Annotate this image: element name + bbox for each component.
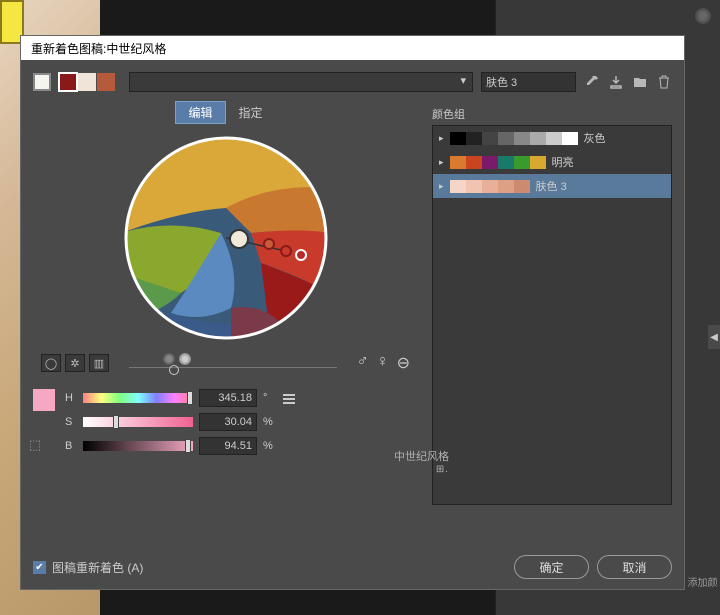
chevron-right-icon: ▸ [439, 157, 444, 168]
brightness-slider[interactable] [129, 353, 337, 373]
eyedropper-icon[interactable] [584, 74, 600, 90]
tab-assign[interactable]: 指定 [227, 102, 275, 123]
hue-label: H [65, 392, 77, 404]
bri-input[interactable] [199, 437, 257, 455]
swatch[interactable] [59, 73, 77, 91]
ok-button[interactable]: 确定 [514, 555, 589, 579]
add-color-icon[interactable]: ♂ [357, 353, 369, 373]
hue-input[interactable] [199, 389, 257, 407]
color-group-item[interactable]: ▸ 明亮 [433, 150, 671, 174]
hue-slider[interactable] [83, 393, 193, 403]
right-sidebar: 添加颜 [685, 0, 720, 615]
active-colors-swatch[interactable] [33, 73, 51, 91]
color-groups-label: 颜色组 [432, 106, 672, 122]
link-harmony-icon[interactable]: ⊖ [397, 353, 410, 373]
recolor-art-checkbox[interactable]: ✔ 图稿重新着色 (A) [33, 559, 143, 576]
save-group-icon[interactable] [608, 74, 624, 90]
bars-button[interactable]: ▥ [89, 354, 109, 372]
collapse-panel-icon[interactable]: ◀ [708, 325, 720, 349]
panel-icon[interactable] [695, 8, 711, 24]
chevron-right-icon: ▸ [439, 181, 444, 192]
segmented-wheel-button[interactable]: ✲ [65, 354, 85, 372]
remove-color-icon[interactable]: ♀ [377, 353, 389, 373]
source-artwork-label: 中世纪风格 ⊞. [394, 448, 449, 475]
folder-icon[interactable] [632, 74, 648, 90]
color-groups-list: ▸ 灰色 ▸ 明亮 ▸ [432, 125, 672, 505]
sat-input[interactable] [199, 413, 257, 431]
dialog-title: 重新着色图稿: 中世纪风格 [21, 36, 684, 60]
sat-slider[interactable] [83, 417, 193, 427]
swatch[interactable] [78, 73, 96, 91]
bri-slider[interactable] [83, 441, 193, 451]
sat-label: S [65, 416, 77, 428]
tab-edit[interactable]: 编辑 [176, 102, 224, 123]
trash-icon[interactable] [656, 74, 672, 90]
chevron-right-icon: ▸ [439, 133, 444, 144]
preset-dropdown[interactable] [129, 72, 473, 92]
color-group-item[interactable]: ▸ 肤色 3 [433, 174, 671, 198]
current-color-swatch[interactable] [33, 389, 55, 411]
recolor-dialog: 重新着色图稿: 中世纪风格 [20, 35, 685, 590]
slider-menu-icon[interactable] [283, 394, 295, 404]
color-wheel[interactable] [121, 133, 331, 343]
smooth-wheel-button[interactable]: ◯ [41, 354, 61, 372]
preset-name-input[interactable] [481, 72, 576, 92]
sidebar-label: 添加颜 [688, 574, 718, 589]
color-group-item[interactable]: ▸ 灰色 [433, 126, 671, 150]
swatch[interactable] [97, 73, 115, 91]
color-mode-icon[interactable]: ⬚ [29, 437, 41, 453]
preset-swatches [59, 73, 115, 91]
cancel-button[interactable]: 取消 [597, 555, 672, 579]
bri-label: B [65, 440, 77, 452]
